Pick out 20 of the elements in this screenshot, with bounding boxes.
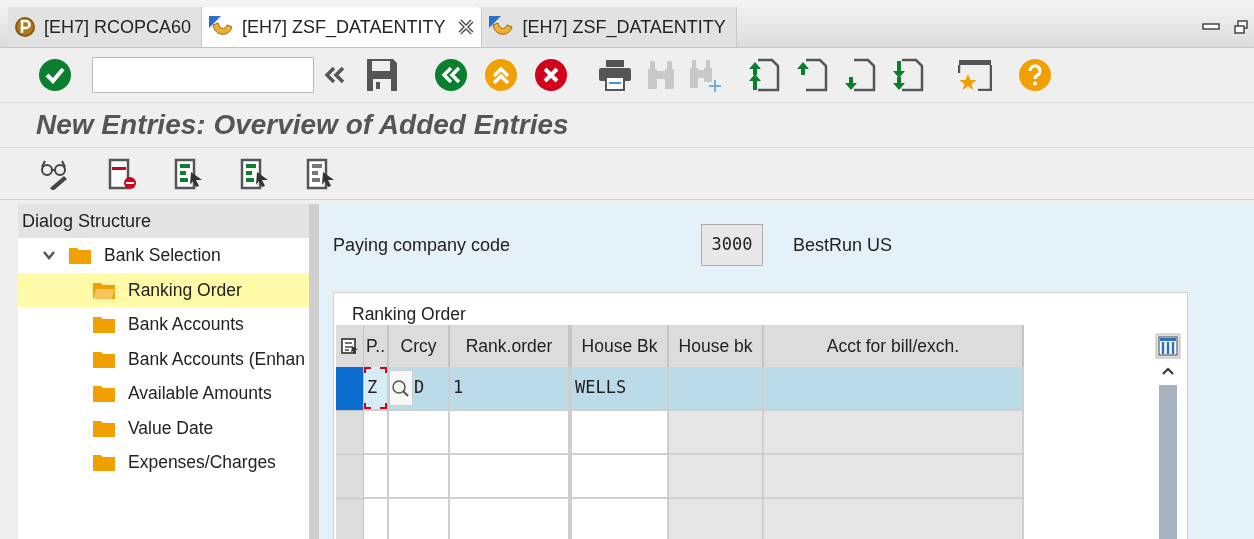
- tree-item[interactable]: Bank Accounts (Enhan: [18, 341, 309, 376]
- table-cell[interactable]: 1: [450, 367, 572, 411]
- tab[interactable]: [EH7] RCOPCA60: [8, 7, 203, 47]
- company-code-field[interactable]: 3000: [701, 224, 763, 266]
- tree-item[interactable]: Ranking Order: [18, 272, 309, 307]
- tree-item[interactable]: Expenses/Charges: [18, 445, 309, 480]
- panel-title: Dialog Structure: [22, 209, 152, 233]
- tab[interactable]: [EH7] ZSF_DATAENTITY: [202, 7, 483, 47]
- table-title: Ranking Order: [351, 303, 467, 325]
- company-name: BestRun US: [793, 233, 893, 257]
- table-cell[interactable]: WELLS: [572, 367, 669, 411]
- tree-item[interactable]: Bank Selection: [18, 238, 309, 273]
- tree-item[interactable]: Bank Accounts: [18, 307, 309, 342]
- field-label: Paying company code: [333, 233, 512, 257]
- tree-item[interactable]: Available Amounts: [18, 376, 309, 411]
- tab[interactable]: [EH7] ZSF_DATAENTITY: [482, 7, 737, 47]
- table-cell[interactable]: Z: [364, 367, 389, 411]
- table-cell[interactable]: D: [389, 367, 450, 411]
- screen-title: New Entries: Overview of Added Entries: [36, 108, 569, 142]
- tree-item[interactable]: Value Date: [18, 410, 309, 445]
